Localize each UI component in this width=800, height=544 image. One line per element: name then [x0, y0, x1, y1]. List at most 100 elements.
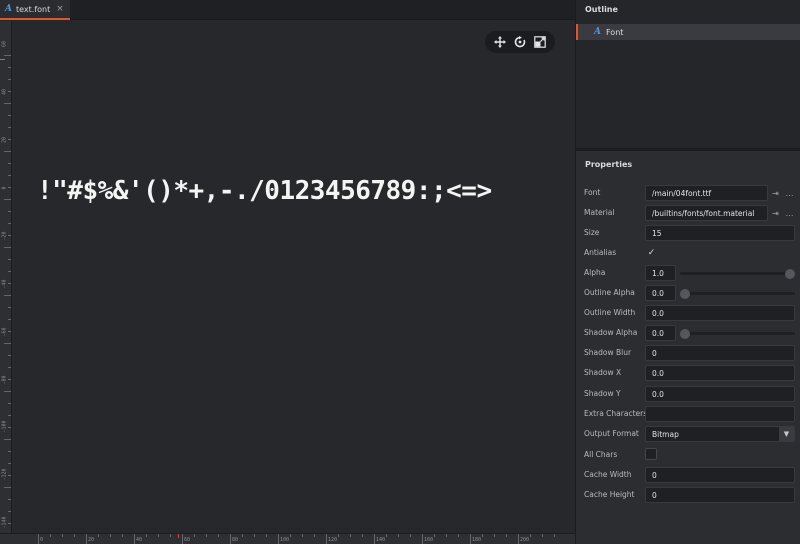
ruler-tick	[386, 534, 387, 537]
ruler-tick	[110, 534, 111, 537]
tab-text-font[interactable]: A text.font ×	[0, 0, 70, 20]
ruler-label: -20	[1, 231, 8, 241]
ruler-label: 60	[1, 40, 8, 48]
shadow-alpha-field[interactable]: 0.0	[645, 325, 676, 341]
prop-label: Size	[584, 228, 600, 237]
ruler-label: 60	[184, 537, 191, 543]
prop-material: Material /builtins/fonts/font.material ⇥…	[576, 204, 800, 222]
ruler-label: 200	[520, 537, 530, 543]
ruler-label: 120	[328, 537, 338, 543]
rotate-tool-button[interactable]	[512, 34, 528, 50]
ruler-tick	[542, 534, 543, 537]
ruler-tick	[530, 534, 531, 537]
alpha-slider-handle[interactable]	[785, 269, 795, 279]
outline-title: Outline	[585, 5, 618, 14]
scale-icon	[534, 36, 546, 48]
alpha-field[interactable]: 1.0	[645, 265, 676, 281]
goto-resource-icon[interactable]: ⇥	[769, 205, 782, 221]
extra-characters-field[interactable]	[645, 406, 795, 422]
ruler-tick	[38, 534, 39, 544]
antialias-checkbox[interactable]: ✓	[645, 246, 658, 259]
ruler-tick	[182, 534, 183, 544]
move-icon	[494, 36, 506, 48]
prop-extra-characters: Extra Characters	[576, 405, 800, 423]
outline-alpha-field[interactable]: 0.0	[645, 285, 676, 301]
prop-alpha: Alpha 1.0	[576, 264, 800, 282]
shadow-alpha-slider[interactable]	[680, 332, 795, 335]
ruler-tick	[4, 391, 11, 392]
ruler-tick	[4, 151, 11, 152]
alpha-slider[interactable]	[680, 272, 795, 275]
properties-title: Properties	[585, 160, 633, 169]
ruler-tick	[158, 534, 159, 537]
shadow-alpha-slider-handle[interactable]	[680, 329, 690, 339]
outline-alpha-slider[interactable]	[680, 292, 795, 295]
font-file-icon: A	[5, 4, 12, 14]
close-icon[interactable]: ×	[56, 4, 64, 14]
prop-antialias: Antialias ✓	[576, 244, 800, 262]
ruler-label: 100	[280, 537, 290, 543]
ruler-tick	[266, 534, 267, 537]
glyph-preview-text: !"#$%&'()*+,-./0123456789:;<=>	[37, 176, 492, 206]
font-preview-viewport[interactable]	[12, 21, 575, 533]
ruler-tick	[62, 534, 63, 537]
ruler-tick	[4, 199, 11, 200]
shadow-blur-field[interactable]: 0	[645, 345, 795, 361]
outline-item-font[interactable]: A Font	[576, 24, 800, 40]
shadow-x-field[interactable]: 0.0	[645, 365, 795, 381]
ruler-label: 40	[1, 88, 8, 96]
goto-resource-icon[interactable]: ⇥	[769, 185, 782, 201]
ruler-tick	[4, 295, 11, 296]
ruler-label: 160	[424, 537, 434, 543]
ruler-tick	[278, 534, 279, 544]
cache-height-field[interactable]: 0	[645, 487, 795, 503]
ruler-tick	[338, 534, 339, 537]
ruler-tick	[518, 534, 519, 544]
ruler-tick	[374, 534, 375, 544]
cache-width-field[interactable]: 0	[645, 467, 795, 483]
outline-panel: Outline A Font	[576, 0, 800, 148]
size-field[interactable]: 15	[645, 225, 795, 241]
prop-output-format: Output Format Bitmap ▼	[576, 425, 800, 443]
font-path-field[interactable]: /main/04font.ttf	[645, 185, 768, 201]
scale-tool-button[interactable]	[532, 34, 548, 50]
ruler-tick	[86, 534, 87, 544]
ruler-tick	[230, 534, 231, 544]
outline-width-field[interactable]: 0.0	[645, 305, 795, 321]
prop-font: Font /main/04font.ttf ⇥ …	[576, 184, 800, 202]
ruler-label: -60	[1, 327, 8, 337]
ruler-label: 0	[1, 186, 8, 190]
ruler-label: 80	[232, 537, 239, 543]
material-path-field[interactable]: /builtins/fonts/font.material	[645, 205, 768, 221]
ruler-label: -140	[1, 516, 8, 529]
ruler-tick	[218, 534, 219, 537]
prop-shadow-x: Shadow X 0.0	[576, 364, 800, 382]
all-chars-checkbox[interactable]	[645, 448, 657, 460]
ruler-tick	[362, 534, 363, 537]
prop-label: Material	[584, 208, 615, 217]
ruler-label: -100	[1, 420, 8, 433]
font-file-icon: A	[594, 27, 601, 37]
browse-resource-icon[interactable]: …	[783, 205, 796, 221]
right-panel: Outline A Font Properties Font /main/04f…	[575, 0, 800, 544]
prop-label: All Chars	[584, 450, 618, 459]
browse-resource-icon[interactable]: …	[783, 185, 796, 201]
prop-cache-width: Cache Width 0	[576, 466, 800, 484]
ruler-tick	[494, 534, 495, 537]
move-tool-button[interactable]	[492, 34, 508, 50]
shadow-y-field[interactable]: 0.0	[645, 386, 795, 402]
outline-alpha-slider-handle[interactable]	[680, 289, 690, 299]
x-origin-marker	[178, 534, 179, 538]
prop-label: Cache Width	[584, 470, 632, 479]
output-format-select[interactable]: Bitmap ▼	[645, 426, 795, 442]
chevron-down-icon[interactable]: ▼	[779, 427, 794, 441]
ruler-tick	[326, 534, 327, 544]
prop-label: Shadow Y	[584, 389, 621, 398]
prop-label: Outline Alpha	[584, 288, 635, 297]
ruler-tick	[98, 534, 99, 537]
y-origin-marker	[0, 59, 5, 60]
prop-label: Font	[584, 188, 601, 197]
prop-label: Shadow Alpha	[584, 328, 638, 337]
ruler-tick	[4, 439, 11, 440]
ruler-label: -40	[1, 279, 8, 289]
